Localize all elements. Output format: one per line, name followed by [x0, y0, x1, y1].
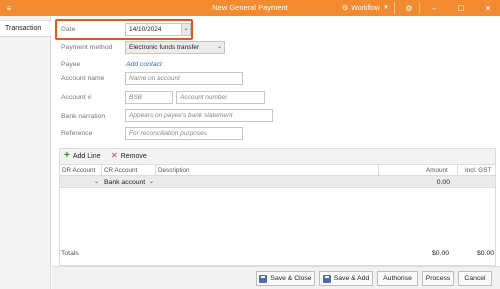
settings-gear-icon[interactable]: ⚙ — [404, 2, 414, 14]
chevron-down-icon[interactable]: ⌄ — [181, 24, 190, 35]
plus-icon: + — [64, 150, 70, 161]
authorise-button[interactable]: Authorise — [377, 271, 418, 286]
column-cr-account[interactable]: CR Account — [104, 167, 137, 174]
bank-account-amount: 0.00 — [436, 178, 450, 186]
remove-label: Remove — [120, 152, 147, 160]
remove-x-icon: ✕ — [111, 151, 118, 160]
footer-bar: Save & Close Save & Add Authorise Proces… — [52, 266, 500, 289]
bsb-placeholder: BSB — [129, 94, 143, 101]
bank-narration-label: Bank narration — [61, 113, 106, 120]
totals-gst: $0.00 — [477, 250, 495, 257]
workflow-label: Workflow — [351, 4, 380, 12]
chevron-down-icon[interactable]: ⌄ — [94, 178, 99, 185]
payment-method-label: Payment method — [61, 44, 113, 51]
account-number-label: Account # — [61, 94, 92, 101]
cancel-button[interactable]: Cancel — [458, 271, 492, 286]
account-number-input[interactable]: Account number — [176, 91, 265, 104]
column-separator — [101, 165, 102, 176]
lines-panel: + Add Line ✕ Remove DR Account CR Accoun… — [59, 148, 496, 266]
save-close-button[interactable]: Save & Close — [256, 271, 315, 286]
account-name-input[interactable]: Name on account — [125, 72, 243, 85]
column-description[interactable]: Description — [158, 167, 190, 174]
date-value: 14/10/2024 — [129, 26, 162, 33]
column-dr-account[interactable]: DR Account — [62, 167, 95, 174]
chevron-down-icon: ⌄ — [215, 42, 224, 53]
cancel-label: Cancel — [464, 275, 486, 282]
lines-toolbar: + Add Line ✕ Remove — [60, 149, 495, 165]
tab-transaction[interactable]: Transaction — [0, 20, 51, 37]
chevron-down-icon: ▼ — [382, 5, 389, 11]
window-title: New General Payment — [212, 3, 288, 12]
column-amount[interactable]: Amount — [426, 167, 448, 174]
bank-narration-placeholder: Appears on payee's bank statement — [129, 112, 233, 119]
reference-placeholder: For reconciliation purposes — [129, 130, 208, 137]
column-incl-gst[interactable]: Incl. GST — [465, 167, 491, 174]
save-disk-icon — [322, 274, 331, 283]
account-name-label: Account name — [61, 75, 105, 82]
bank-account-label: Bank account — [104, 178, 146, 186]
process-button[interactable]: Process — [422, 271, 454, 286]
date-field[interactable]: 14/10/2024 ⌄ — [125, 23, 191, 36]
account-name-placeholder: Name on account — [129, 75, 180, 82]
add-line-button[interactable]: + Add Line — [64, 150, 101, 161]
chevron-down-icon[interactable]: ⌄ — [149, 178, 154, 185]
add-contact-link[interactable]: Add contact — [126, 61, 162, 68]
reference-label: Reference — [61, 130, 93, 137]
payee-label: Payee — [61, 61, 81, 68]
title-bar: ≡ New General Payment ⚙ Workflow ▼ ⚙ ‒ ☐… — [0, 0, 500, 16]
workflow-icon: ⚙ — [342, 5, 349, 12]
totals-label: Totals — [61, 250, 79, 257]
bank-account-row[interactable]: ⌄ Bank account ⌄ 0.00 — [60, 176, 495, 188]
payment-method-value: Electronic funds transfer — [129, 44, 200, 51]
account-number-placeholder: Account number — [180, 94, 228, 101]
maximize-icon[interactable]: ☐ — [455, 2, 467, 14]
column-separator — [378, 165, 379, 176]
save-add-button[interactable]: Save & Add — [319, 271, 373, 286]
reference-input[interactable]: For reconciliation purposes — [125, 127, 243, 140]
remove-button[interactable]: ✕ Remove — [111, 152, 147, 160]
column-separator — [457, 165, 458, 176]
bsb-input[interactable]: BSB — [125, 91, 173, 104]
save-close-label: Save & Close — [270, 275, 312, 282]
workflow-button[interactable]: ⚙ Workflow ▼ — [342, 2, 389, 14]
save-disk-icon — [259, 274, 268, 283]
date-label: Date — [61, 26, 76, 33]
authorise-label: Authorise — [383, 275, 412, 282]
process-label: Process — [425, 275, 451, 282]
totals-amount: $0.00 — [432, 250, 450, 257]
sidebar: Transaction — [0, 16, 51, 289]
column-separator — [155, 165, 156, 176]
title-separator — [394, 2, 395, 14]
bank-narration-input[interactable]: Appears on payee's bank statement — [125, 109, 273, 122]
title-separator — [419, 2, 420, 14]
close-icon[interactable]: ✕ — [482, 2, 494, 14]
save-add-label: Save & Add — [333, 275, 370, 282]
lines-table-header: DR Account CR Account Description Amount… — [60, 165, 495, 176]
payment-method-select[interactable]: Electronic funds transfer ⌄ — [125, 41, 225, 54]
minimize-icon[interactable]: ‒ — [428, 2, 440, 14]
add-line-label: Add Line — [72, 152, 101, 160]
